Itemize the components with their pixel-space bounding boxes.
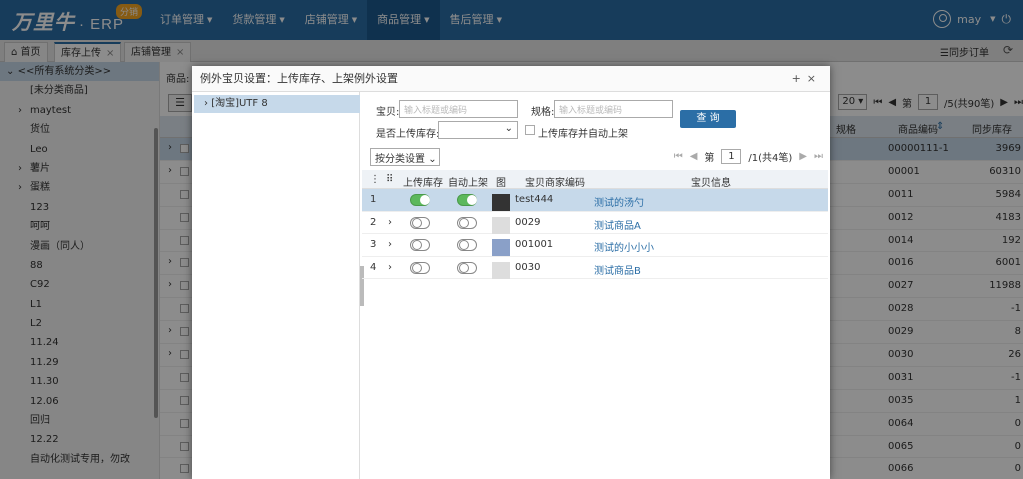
dialog-pager: ⏮ ◀ 第 1 /1(共4笔) ▶ ⏭ (674, 149, 823, 164)
close-icon[interactable]: × (807, 72, 822, 85)
cell-item-code: 0029 (515, 216, 541, 228)
table-row[interactable]: 1 test444 测试的汤勺 (362, 189, 828, 212)
product-thumbnail (492, 261, 510, 279)
row-index: 2 (370, 216, 377, 228)
auto-list-toggle[interactable] (457, 216, 477, 229)
auto-list-checkbox[interactable] (525, 125, 535, 135)
col-image[interactable]: 图 (496, 174, 506, 189)
tree-item-taobao[interactable]: › [淘宝]UTF 8 (194, 95, 360, 113)
table-row[interactable]: 4 › 0030 测试商品B (362, 257, 828, 279)
item-info-link[interactable]: 测试商品A (594, 217, 641, 232)
product-thumbnail (492, 216, 510, 234)
col-auto-list[interactable]: 自动上架 (448, 174, 488, 189)
row-index: 3 (370, 239, 377, 250)
chevron-right-icon: › (204, 98, 208, 109)
first-page-icon[interactable]: ⏮ (674, 151, 683, 162)
item-info-link[interactable]: 测试的汤勺 (594, 194, 644, 209)
auto-list-toggle[interactable] (457, 194, 477, 206)
prev-page-icon[interactable]: ◀ (690, 151, 698, 162)
exception-grid-body: 1 test444 测试的汤勺 2 › 0029 测试商品A 3 › 001001 测试的小小小 4 ›… (362, 189, 828, 279)
filter-item-input[interactable]: 输入标题或编码 (399, 100, 518, 118)
tree-item-label: [淘宝]UTF 8 (211, 98, 268, 109)
col-upload-stock[interactable]: 上传库存 (403, 174, 443, 189)
table-row[interactable]: 3 › 001001 测试的小小小 (362, 234, 828, 257)
filter-item-label: 宝贝: (376, 107, 400, 118)
filter-upload-select[interactable]: ⌄ (438, 121, 518, 139)
filter-spec-input[interactable]: 输入标题或编码 (554, 100, 673, 118)
chevron-right-icon[interactable]: › (388, 262, 392, 273)
category-setting-select[interactable]: 按分类设置 ⌄ (370, 148, 440, 166)
row-index: 1 (370, 194, 377, 205)
product-thumbnail (492, 239, 510, 256)
item-info-link[interactable]: 测试的小小小 (594, 239, 654, 254)
cell-item-code: 001001 (515, 239, 554, 250)
dialog-page-total: /1(共4笔) (748, 153, 793, 164)
column-menu-icon[interactable]: ⋮ (370, 174, 380, 185)
col-item-code[interactable]: 宝贝商家编码 (525, 174, 585, 189)
drag-handle-icon[interactable]: ⠿ (386, 174, 393, 185)
query-button[interactable]: 查 询 (680, 110, 736, 128)
dialog-page-label: 第 (704, 153, 715, 164)
chevron-right-icon[interactable]: › (388, 217, 392, 228)
item-info-link[interactable]: 测试商品B (594, 262, 641, 277)
exception-grid: ⋮ ⠿ 上传库存 自动上架 图 宝贝商家编码 宝贝信息 1 test444 测试的汤… (362, 170, 828, 279)
auto-list-toggle[interactable] (457, 261, 477, 274)
maximize-icon[interactable]: + (792, 72, 807, 85)
upload-stock-toggle[interactable] (410, 239, 430, 251)
upload-stock-toggle[interactable] (410, 194, 430, 206)
auto-list-label: 上传库存并自动上架 (538, 129, 628, 140)
last-page-icon[interactable]: ⏭ (814, 151, 823, 162)
product-thumbnail (492, 194, 510, 211)
category-setting-label: 按分类设置 (375, 154, 425, 165)
dialog-page-input[interactable]: 1 (721, 149, 742, 164)
cell-item-code: test444 (515, 194, 554, 205)
dialog-title: 例外宝贝设置：上传库存、上架例外设置 (192, 66, 830, 92)
chevron-down-icon: ⌄ (428, 154, 437, 165)
upload-stock-toggle[interactable] (410, 261, 430, 274)
shop-tree: › [淘宝]UTF 8 (192, 92, 360, 479)
row-index: 4 (370, 261, 377, 273)
chevron-right-icon[interactable]: › (388, 239, 392, 250)
next-page-icon[interactable]: ▶ (799, 151, 807, 162)
chevron-down-icon: ⌄ (504, 123, 513, 134)
auto-list-toggle[interactable] (457, 239, 477, 251)
table-row[interactable]: 2 › 0029 测试商品A (362, 212, 828, 234)
filter-upload-label: 是否上传库存: (376, 129, 440, 140)
dialog-controls: +× (792, 72, 822, 85)
cell-item-code: 0030 (515, 261, 541, 273)
filter-spec-label: 规格: (531, 107, 555, 118)
col-item-info[interactable]: 宝贝信息 (691, 174, 731, 189)
upload-stock-toggle[interactable] (410, 216, 430, 229)
exception-grid-header: ⋮ ⠿ 上传库存 自动上架 图 宝贝商家编码 宝贝信息 (362, 170, 828, 189)
